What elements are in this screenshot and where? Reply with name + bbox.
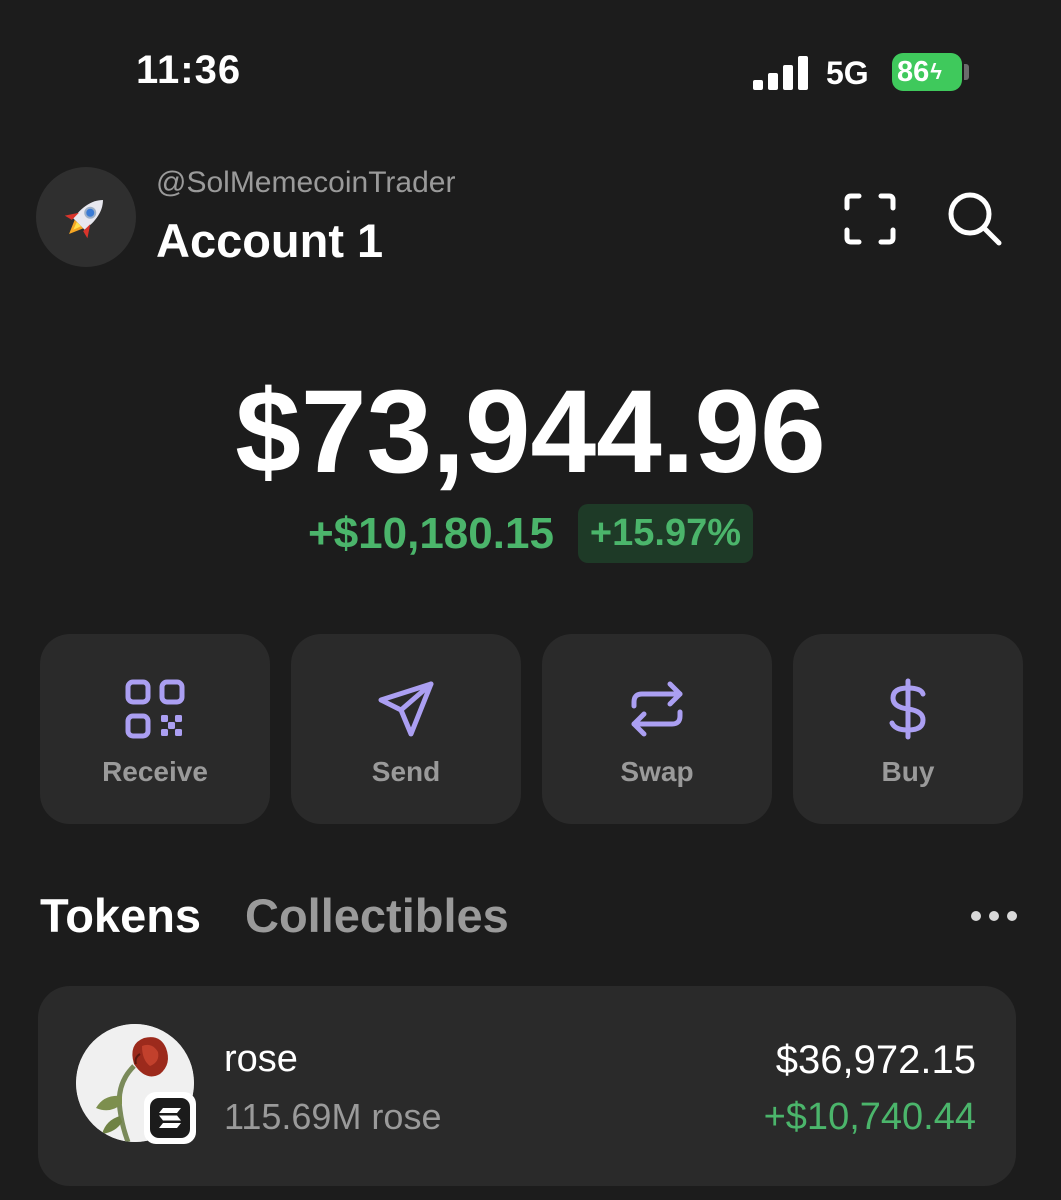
- status-time: 11:36: [136, 48, 242, 92]
- rocket-icon: [64, 200, 103, 239]
- balance-change: +$10,180.15 +15.97%: [0, 504, 1061, 563]
- token-amount: 115.69M rose: [224, 1096, 442, 1137]
- swap-icon: [631, 681, 683, 737]
- buy-button[interactable]: Buy: [793, 634, 1023, 824]
- battery-indicator: 86 ϟ: [892, 53, 962, 91]
- tab-tokens[interactable]: Tokens: [40, 888, 201, 943]
- qr-code-icon: [125, 679, 185, 739]
- wallet-screen: 11:36 5G 86 ϟ @SolMemecoinTrader Account…: [0, 0, 1061, 1200]
- battery-cap: [964, 64, 969, 80]
- battery-level: 86: [897, 55, 930, 88]
- tab-collectibles[interactable]: Collectibles: [245, 888, 509, 943]
- swap-label: Swap: [620, 756, 694, 787]
- send-label: Send: [371, 756, 441, 787]
- more-icon[interactable]: [968, 906, 1020, 926]
- solana-icon: [144, 1092, 196, 1144]
- change-amount: +$10,180.15: [308, 508, 554, 558]
- dollar-icon: [889, 678, 926, 740]
- scan-icon[interactable]: [843, 192, 897, 246]
- account-avatar[interactable]: [36, 167, 136, 267]
- account-name[interactable]: Account 1: [156, 213, 383, 268]
- search-icon[interactable]: [946, 190, 1004, 248]
- token-row[interactable]: rose 115.69M rose $36,972.15 +$10,740.44: [38, 986, 1016, 1186]
- receive-label: Receive: [102, 756, 208, 787]
- token-change: +$10,740.44: [763, 1096, 976, 1138]
- token-value: $36,972.15: [775, 1038, 976, 1082]
- send-icon: [378, 681, 434, 737]
- account-username[interactable]: @SolMemecoinTrader: [156, 166, 455, 200]
- token-name: rose: [224, 1038, 298, 1080]
- charging-icon: ϟ: [930, 59, 942, 84]
- swap-button[interactable]: Swap: [542, 634, 772, 824]
- network-type: 5G: [826, 55, 869, 91]
- total-balance: $73,944.96: [235, 366, 826, 498]
- send-button[interactable]: Send: [291, 634, 521, 824]
- receive-button[interactable]: Receive: [40, 634, 270, 824]
- signal-icon: [753, 56, 808, 90]
- change-percent-badge: +15.97%: [577, 504, 753, 563]
- buy-label: Buy: [881, 756, 935, 787]
